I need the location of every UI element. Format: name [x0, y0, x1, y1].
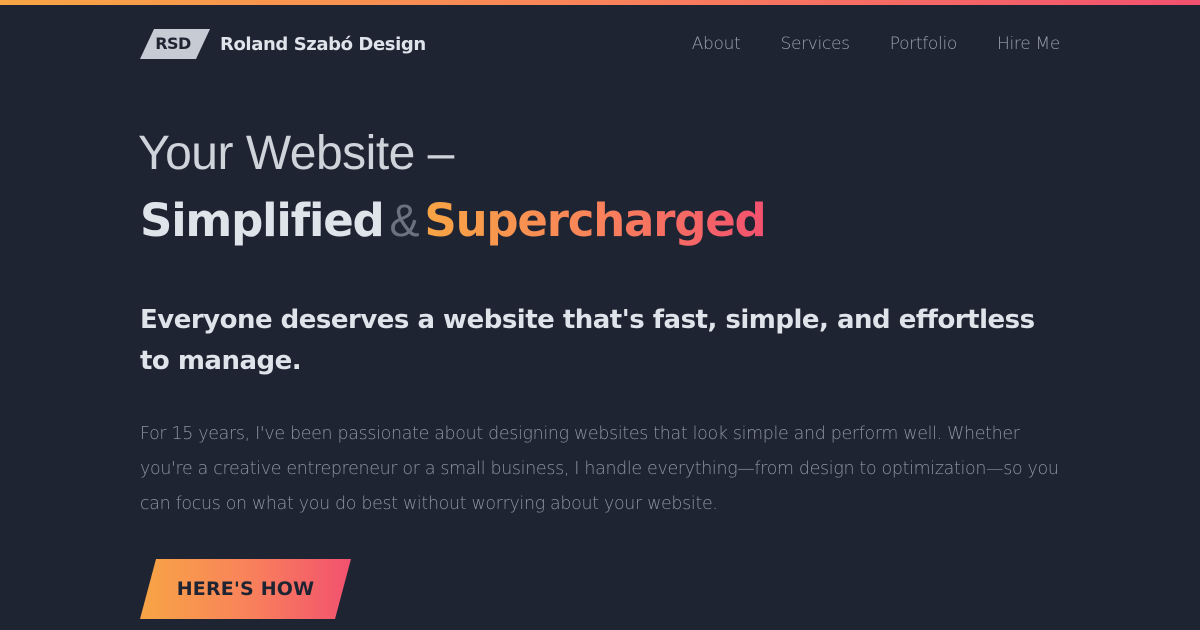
brand-link[interactable]: RSD Roland Szabó Design: [140, 29, 426, 59]
site-header: RSD Roland Szabó Design About Services P…: [140, 26, 1060, 62]
nav-link-about[interactable]: About: [692, 34, 741, 54]
hero-subheading: Everyone deserves a website that's fast,…: [140, 305, 1035, 376]
hero-word-simplified: Simplified: [140, 194, 385, 247]
logo-text: RSD: [155, 34, 191, 53]
brand-name: Roland Szabó Design: [220, 33, 426, 55]
hero-paragraph: For 15 years, I've been passionate about…: [140, 424, 1059, 514]
hero-ampersand: &: [389, 195, 420, 246]
top-gradient-bar: [0, 0, 1200, 5]
nav-link-services[interactable]: Services: [780, 34, 850, 54]
hero-title-line2: Simplified & Supercharged: [140, 194, 767, 247]
cta-label: HERE'S HOW: [176, 578, 315, 600]
rsd-logo: RSD: [140, 29, 210, 59]
heres-how-button[interactable]: HERE'S HOW: [140, 559, 351, 619]
hero-title-line1: Your Website –: [138, 127, 454, 180]
hero-word-supercharged: Supercharged: [424, 194, 766, 247]
nav-link-portfolio[interactable]: Portfolio: [890, 34, 958, 54]
nav-link-hire-me[interactable]: Hire Me: [997, 34, 1060, 54]
main-nav: About Services Portfolio Hire Me: [692, 34, 1061, 54]
